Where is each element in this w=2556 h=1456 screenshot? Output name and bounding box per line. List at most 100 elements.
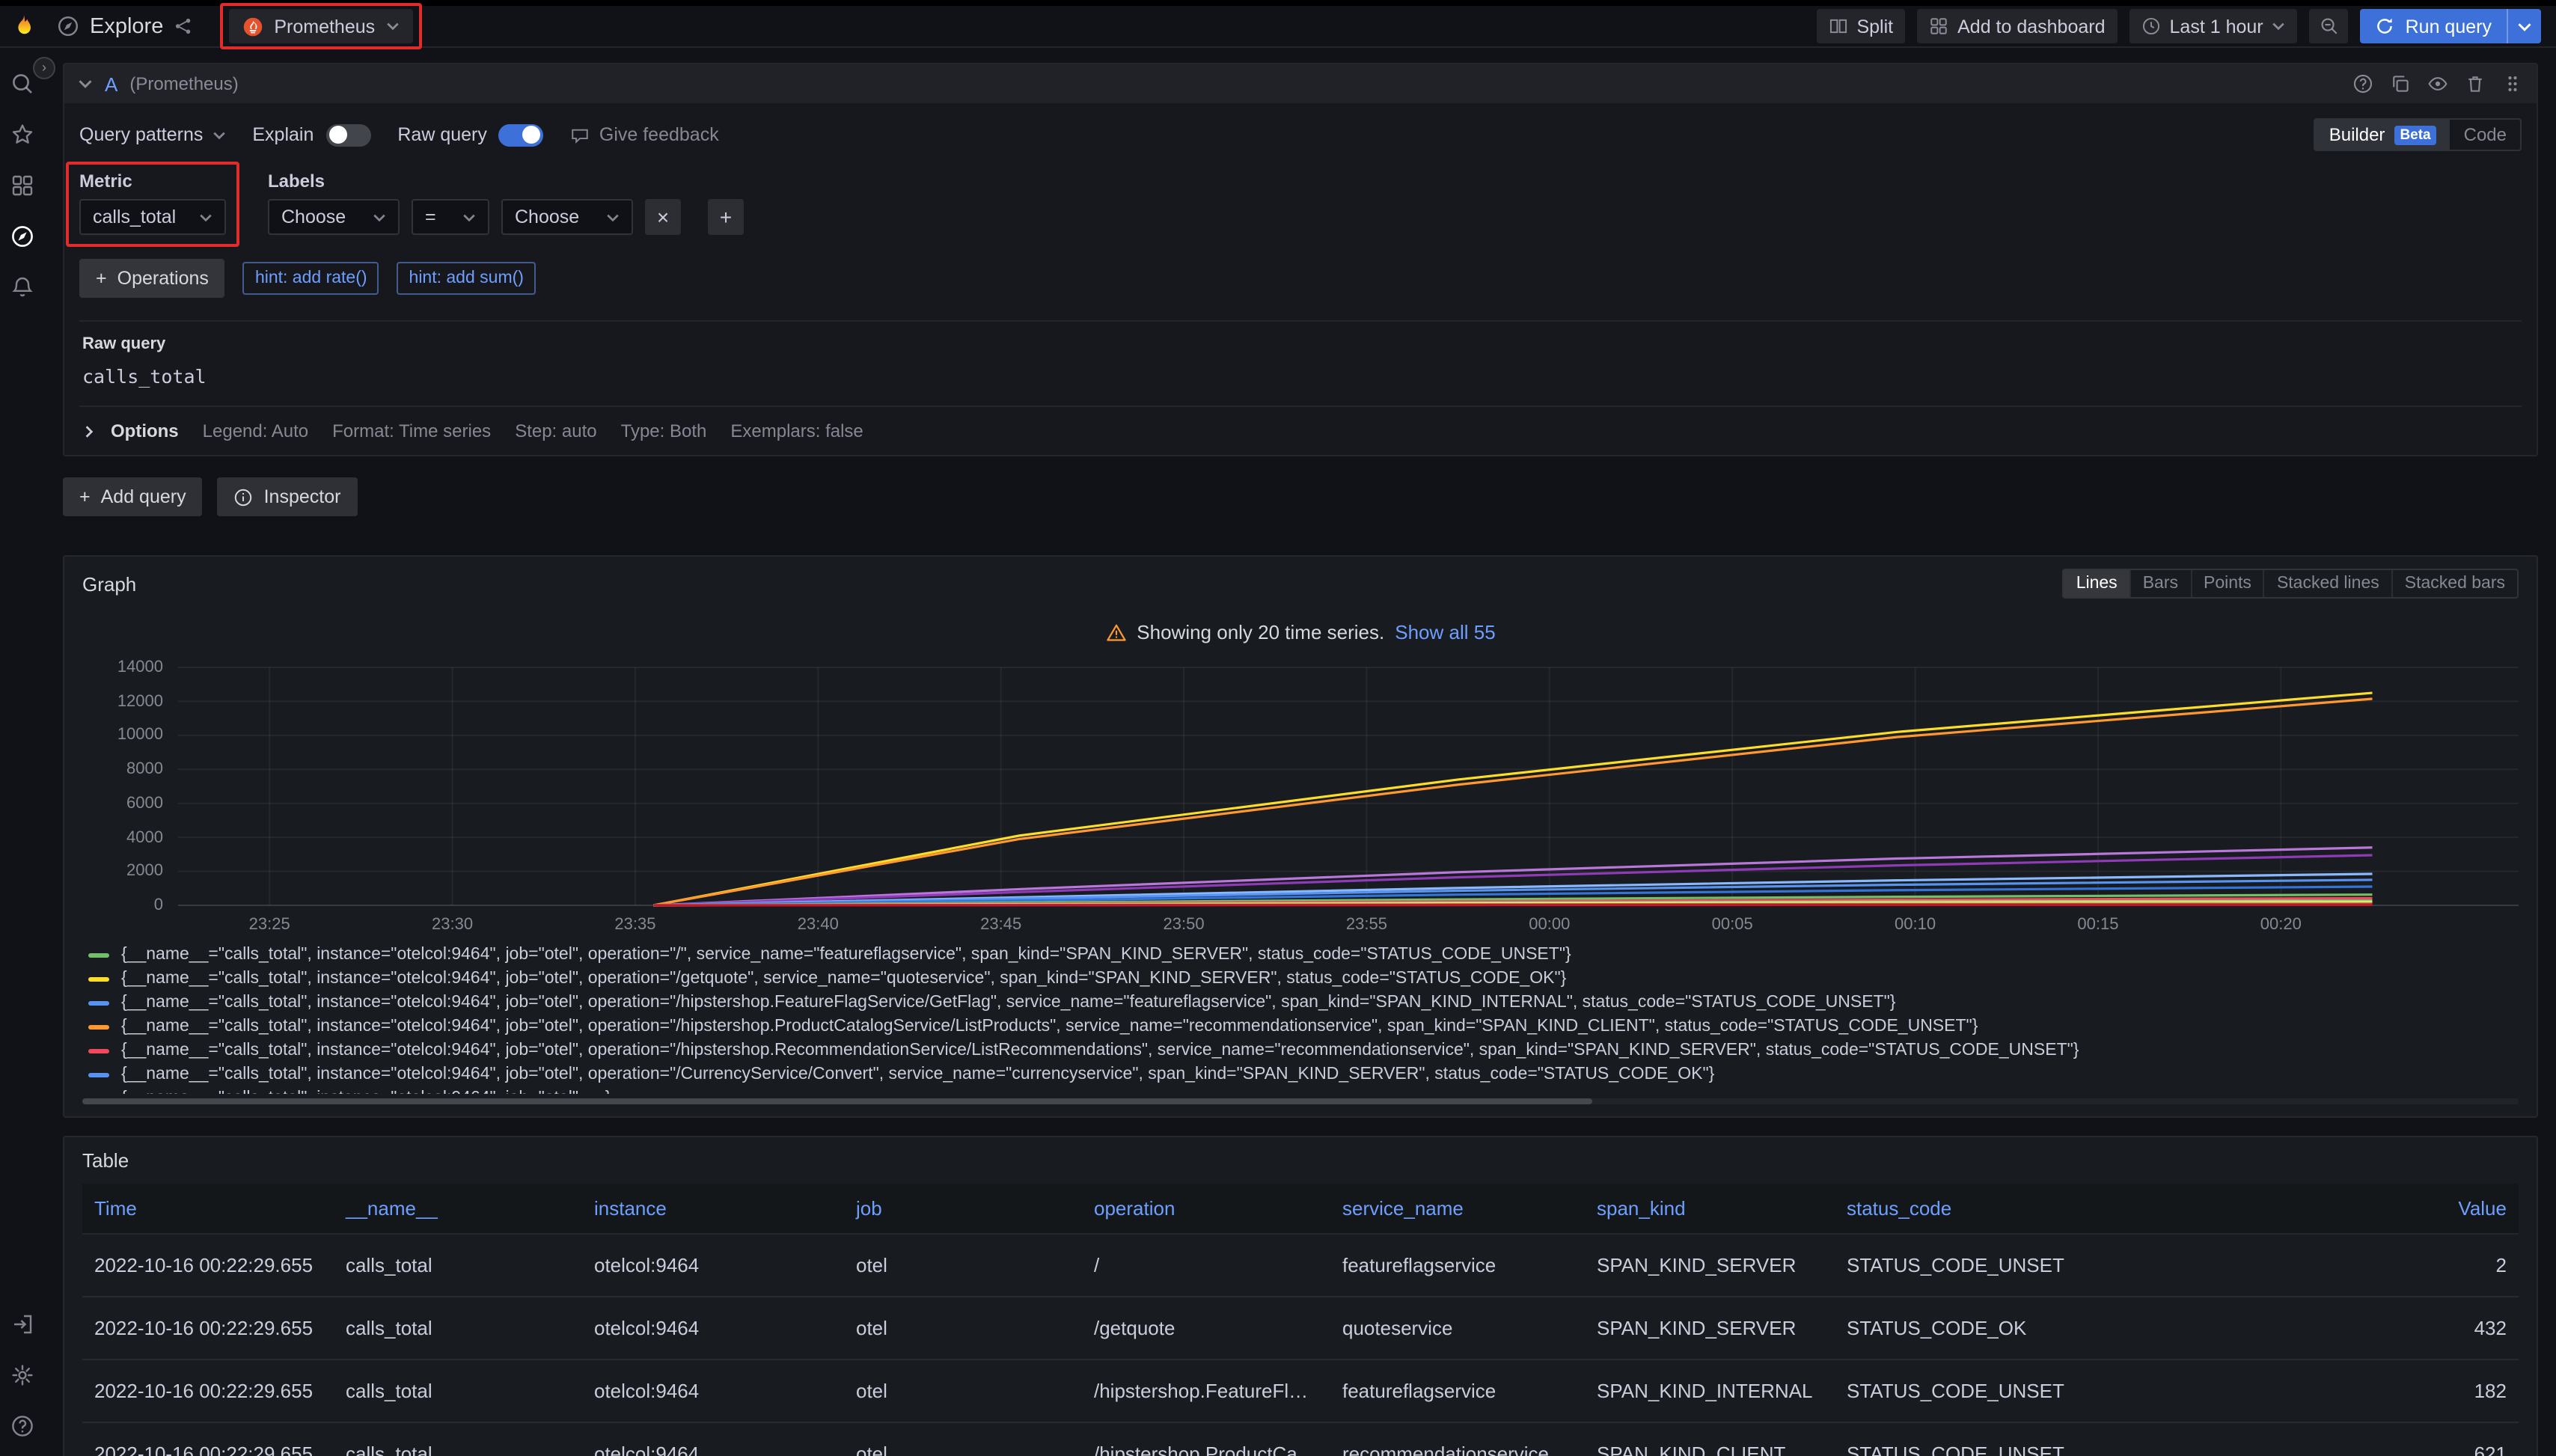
labels-field: Labels Choose = bbox=[268, 171, 744, 235]
help-icon[interactable] bbox=[10, 1414, 34, 1438]
chevron-down-icon bbox=[199, 210, 213, 224]
datasource-picker[interactable]: Prometheus bbox=[229, 9, 412, 43]
metric-select[interactable]: calls_total bbox=[79, 199, 226, 235]
time-range-picker[interactable]: Last 1 hour bbox=[2130, 9, 2298, 43]
x-axis-label: 23:30 bbox=[432, 916, 473, 934]
add-query-button[interactable]: +Add query bbox=[63, 477, 203, 516]
query-ref-id: A bbox=[105, 73, 117, 95]
remove-label-filter-button[interactable]: × bbox=[645, 199, 681, 235]
table-panel-title: Table bbox=[82, 1149, 129, 1172]
gear-icon[interactable] bbox=[10, 1363, 34, 1387]
table-cell: otelcol:9464 bbox=[582, 1423, 844, 1456]
alerting-icon[interactable] bbox=[10, 275, 34, 299]
column-header-span-kind[interactable]: span_kind bbox=[1585, 1184, 1835, 1235]
info-circle-icon bbox=[234, 487, 254, 507]
code-tab[interactable]: Code bbox=[2450, 120, 2520, 150]
column-header---name--[interactable]: __name__ bbox=[334, 1184, 582, 1235]
metric-label: Metric bbox=[79, 171, 226, 192]
series-limit-warning: Showing only 20 time series. Show all 55 bbox=[82, 621, 2519, 643]
sidebar-expand-button[interactable]: › bbox=[33, 57, 55, 79]
legend-item[interactable]: {__name__="calls_total", instance="otelc… bbox=[88, 1086, 2519, 1094]
run-query-main[interactable]: Run query bbox=[2361, 9, 2507, 43]
legend-item[interactable]: {__name__="calls_total", instance="otelc… bbox=[88, 1015, 2519, 1039]
legend-scrollbar[interactable] bbox=[82, 1098, 2519, 1104]
inspector-button[interactable]: Inspector bbox=[218, 477, 358, 516]
table-cell: /hipstershop.ProductCatalogService/ListP… bbox=[1082, 1423, 1330, 1456]
option-summary: Exemplars: false bbox=[730, 420, 863, 441]
x-axis-label: 00:10 bbox=[1895, 916, 1936, 934]
chevron-down-icon bbox=[606, 210, 620, 224]
graph-mode-stacked-bars[interactable]: Stacked bars bbox=[2391, 570, 2517, 597]
legend-item[interactable]: {__name__="calls_total", instance="otelc… bbox=[88, 967, 2519, 991]
raw-query-toggle[interactable] bbox=[499, 123, 544, 146]
zoom-out-icon bbox=[2320, 16, 2339, 36]
query-hint-button[interactable]: hint: add rate() bbox=[243, 262, 379, 295]
graph-mode-stacked-lines[interactable]: Stacked lines bbox=[2263, 570, 2391, 597]
table-cell: otel bbox=[844, 1235, 1082, 1297]
show-all-series-link[interactable]: Show all 55 bbox=[1395, 621, 1495, 643]
column-header-Value[interactable]: Value bbox=[2085, 1184, 2519, 1235]
collapse-chevron-icon[interactable] bbox=[78, 76, 93, 91]
table-cell: 2022-10-16 00:22:29.655 bbox=[82, 1360, 334, 1423]
graph-panel-title: Graph bbox=[82, 572, 136, 595]
search-icon[interactable] bbox=[10, 72, 34, 96]
query-row-header[interactable]: A (Prometheus) bbox=[64, 64, 2537, 103]
column-header-Time[interactable]: Time bbox=[82, 1184, 334, 1235]
share-icon[interactable] bbox=[174, 16, 193, 36]
legend-item[interactable]: {__name__="calls_total", instance="otelc… bbox=[88, 991, 2519, 1015]
label-value-select[interactable]: Choose bbox=[501, 199, 633, 235]
query-help-button[interactable] bbox=[2352, 73, 2373, 94]
legend-item[interactable]: {__name__="calls_total", instance="otelc… bbox=[88, 1062, 2519, 1086]
table-row: 2022-10-16 00:22:29.655calls_totalotelco… bbox=[82, 1297, 2519, 1360]
x-axis-label: 00:05 bbox=[1712, 916, 1753, 934]
split-button[interactable]: Split bbox=[1816, 9, 1905, 43]
graph-mode-lines[interactable]: Lines bbox=[2064, 570, 2130, 597]
column-header-job[interactable]: job bbox=[844, 1184, 1082, 1235]
query-patterns-dropdown[interactable]: Query patterns bbox=[79, 124, 225, 145]
legend-label: {__name__="calls_total", instance="otelc… bbox=[121, 1065, 1714, 1083]
explore-icon[interactable] bbox=[10, 224, 34, 248]
graph-mode-points[interactable]: Points bbox=[2190, 570, 2263, 597]
query-toolbar: Query patterns Explain Raw query bbox=[79, 118, 2522, 151]
y-axis-label: 6000 bbox=[126, 795, 163, 813]
plot-area[interactable]: 23:2523:3023:3523:4023:4523:5023:5500:00… bbox=[178, 658, 2519, 910]
series-line bbox=[653, 693, 2372, 905]
legend-label: {__name__="calls_total", instance="otelc… bbox=[121, 946, 1571, 964]
toggle-visibility-button[interactable] bbox=[2427, 73, 2448, 94]
column-header-operation[interactable]: operation bbox=[1082, 1184, 1330, 1235]
sign-in-icon[interactable] bbox=[10, 1312, 34, 1336]
give-feedback-button[interactable]: Give feedback bbox=[571, 124, 719, 145]
add-to-dashboard-button[interactable]: Add to dashboard bbox=[1917, 9, 2117, 43]
time-series-chart[interactable]: 02000400060008000100001200014000 23:2523… bbox=[82, 658, 2519, 910]
table-cell: 432 bbox=[2085, 1297, 2519, 1360]
dashboards-icon[interactable] bbox=[10, 174, 34, 198]
column-header-instance[interactable]: instance bbox=[582, 1184, 844, 1235]
builder-tab[interactable]: Builder Beta bbox=[2316, 120, 2450, 150]
x-axis-label: 23:45 bbox=[980, 916, 1021, 934]
query-hint-button[interactable]: hint: add sum() bbox=[397, 262, 536, 295]
legend-item[interactable]: {__name__="calls_total", instance="otelc… bbox=[88, 1039, 2519, 1062]
options-row[interactable]: Options Legend: AutoFormat: Time seriesS… bbox=[79, 406, 2522, 455]
label-name-select[interactable]: Choose bbox=[268, 199, 400, 235]
table-panel: Table Time__name__instancejoboperationse… bbox=[63, 1136, 2538, 1456]
add-label-filter-button[interactable]: + bbox=[708, 199, 744, 235]
label-operator-select[interactable]: = bbox=[412, 199, 489, 235]
starred-icon[interactable] bbox=[10, 123, 34, 147]
zoom-out-button[interactable] bbox=[2310, 9, 2349, 43]
table-cell: 2022-10-16 00:22:29.655 bbox=[82, 1297, 334, 1360]
graph-mode-bars[interactable]: Bars bbox=[2130, 570, 2190, 597]
operations-button[interactable]: +Operations bbox=[79, 259, 225, 298]
explain-toggle[interactable] bbox=[325, 123, 370, 146]
duplicate-query-button[interactable] bbox=[2390, 73, 2411, 94]
column-header-status-code[interactable]: status_code bbox=[1835, 1184, 2085, 1235]
grafana-logo[interactable] bbox=[0, 13, 45, 39]
prometheus-icon bbox=[242, 16, 263, 37]
table-cell: SPAN_KIND_INTERNAL bbox=[1585, 1360, 1835, 1423]
legend-item[interactable]: {__name__="calls_total", instance="otelc… bbox=[88, 943, 2519, 967]
y-axis-label: 2000 bbox=[126, 863, 163, 881]
drag-handle-icon[interactable] bbox=[2502, 73, 2523, 94]
column-header-service-name[interactable]: service_name bbox=[1330, 1184, 1585, 1235]
run-query-caret[interactable] bbox=[2507, 9, 2541, 43]
remove-query-button[interactable] bbox=[2465, 73, 2486, 94]
run-query-button[interactable]: Run query bbox=[2361, 9, 2541, 43]
